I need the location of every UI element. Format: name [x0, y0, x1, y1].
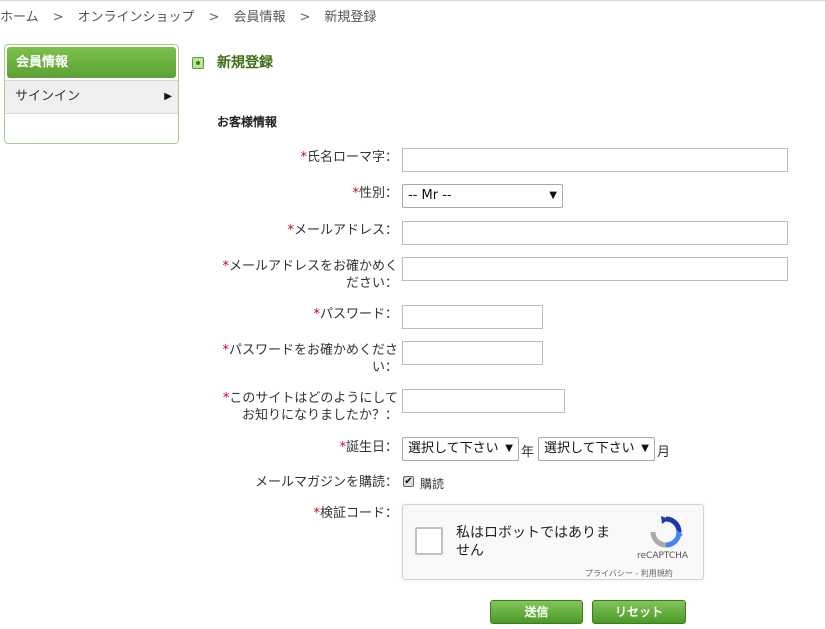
section-bullet-icon: [192, 57, 204, 69]
birthday-year-selected: 選択して下さい: [408, 441, 499, 456]
sidebar: 会員情報 サインイン ▶: [4, 44, 179, 144]
breadcrumb-separator: >: [52, 10, 64, 25]
arrow-right-icon: ▶: [164, 91, 172, 102]
top-divider: [0, 0, 825, 1]
section-title: お客様情報: [217, 115, 278, 129]
name-input[interactable]: [402, 148, 788, 172]
breadcrumb-member-info[interactable]: 会員情報: [233, 6, 285, 25]
reset-button[interactable]: リセット: [592, 600, 686, 624]
password-confirm-label: *パスワードをお確かめくださ い：: [222, 343, 398, 375]
gender-select[interactable]: -- Mr -- ▼: [402, 184, 563, 208]
name-label: *氏名ローマ字：: [300, 150, 398, 165]
breadcrumb-home[interactable]: ホーム: [0, 6, 39, 25]
chevron-down-icon: ▼: [549, 190, 557, 201]
birthday-year-select[interactable]: 選択して下さい ▼: [402, 437, 519, 461]
recaptcha-logo-icon: [650, 516, 683, 548]
email-confirm-label: *メールアドレスをお確かめく ださい：: [222, 259, 398, 291]
recaptcha-text: 私はロボットではありません: [456, 525, 610, 559]
birthday-month-unit: 月: [657, 445, 671, 460]
birthday-month-selected: 選択して下さい: [544, 441, 635, 456]
birthday-label: *誕生日：: [339, 440, 398, 455]
breadcrumb-separator: >: [299, 10, 311, 25]
password-label: *パスワード：: [313, 307, 398, 322]
newsletter-checkbox[interactable]: ✔: [403, 476, 414, 487]
referral-input[interactable]: [402, 389, 565, 413]
referral-label: *このサイトはどのようにして お知りになりましたか？：: [222, 391, 398, 423]
submit-button[interactable]: 送信: [490, 600, 583, 624]
gender-label: *性別：: [352, 186, 398, 201]
recaptcha-checkbox[interactable]: [415, 527, 443, 555]
password-confirm-input[interactable]: [402, 341, 543, 365]
newsletter-option-label: 購読: [420, 477, 445, 491]
email-confirm-input[interactable]: [402, 257, 788, 281]
chevron-down-icon: ▼: [641, 443, 649, 454]
recaptcha-privacy-terms-link[interactable]: プライバシー - 利用規約: [585, 568, 673, 579]
email-input[interactable]: [402, 221, 788, 245]
password-input[interactable]: [402, 305, 543, 329]
page-title: 新規登録: [217, 55, 273, 71]
breadcrumb-online-shop[interactable]: オンラインショップ: [78, 6, 195, 25]
breadcrumb-current: 新規登録: [324, 10, 377, 25]
chevron-down-icon: ▼: [505, 443, 513, 454]
checkmark-icon: ✔: [404, 476, 413, 487]
sidebar-item-label: サインイン: [15, 89, 81, 104]
sidebar-header: 会員情報: [7, 47, 176, 78]
sidebar-item-signin[interactable]: サインイン ▶: [5, 80, 178, 114]
birthday-year-unit: 年: [521, 445, 535, 460]
breadcrumb: ホーム > オンラインショップ > 会員情報 > 新規登録: [0, 6, 377, 25]
breadcrumb-separator: >: [208, 10, 220, 25]
gender-selected-value: -- Mr --: [408, 188, 452, 203]
newsletter-label: メールマガジンを購読：: [254, 475, 398, 490]
email-label: *メールアドレス：: [287, 223, 398, 238]
recaptcha-brand: reCAPTCHA: [637, 551, 689, 561]
recaptcha-widget: 私はロボットではありません reCAPTCHA プライバシー - 利用規約: [402, 504, 704, 580]
captcha-label: *検証コード：: [313, 506, 398, 521]
birthday-month-select[interactable]: 選択して下さい ▼: [538, 437, 655, 461]
